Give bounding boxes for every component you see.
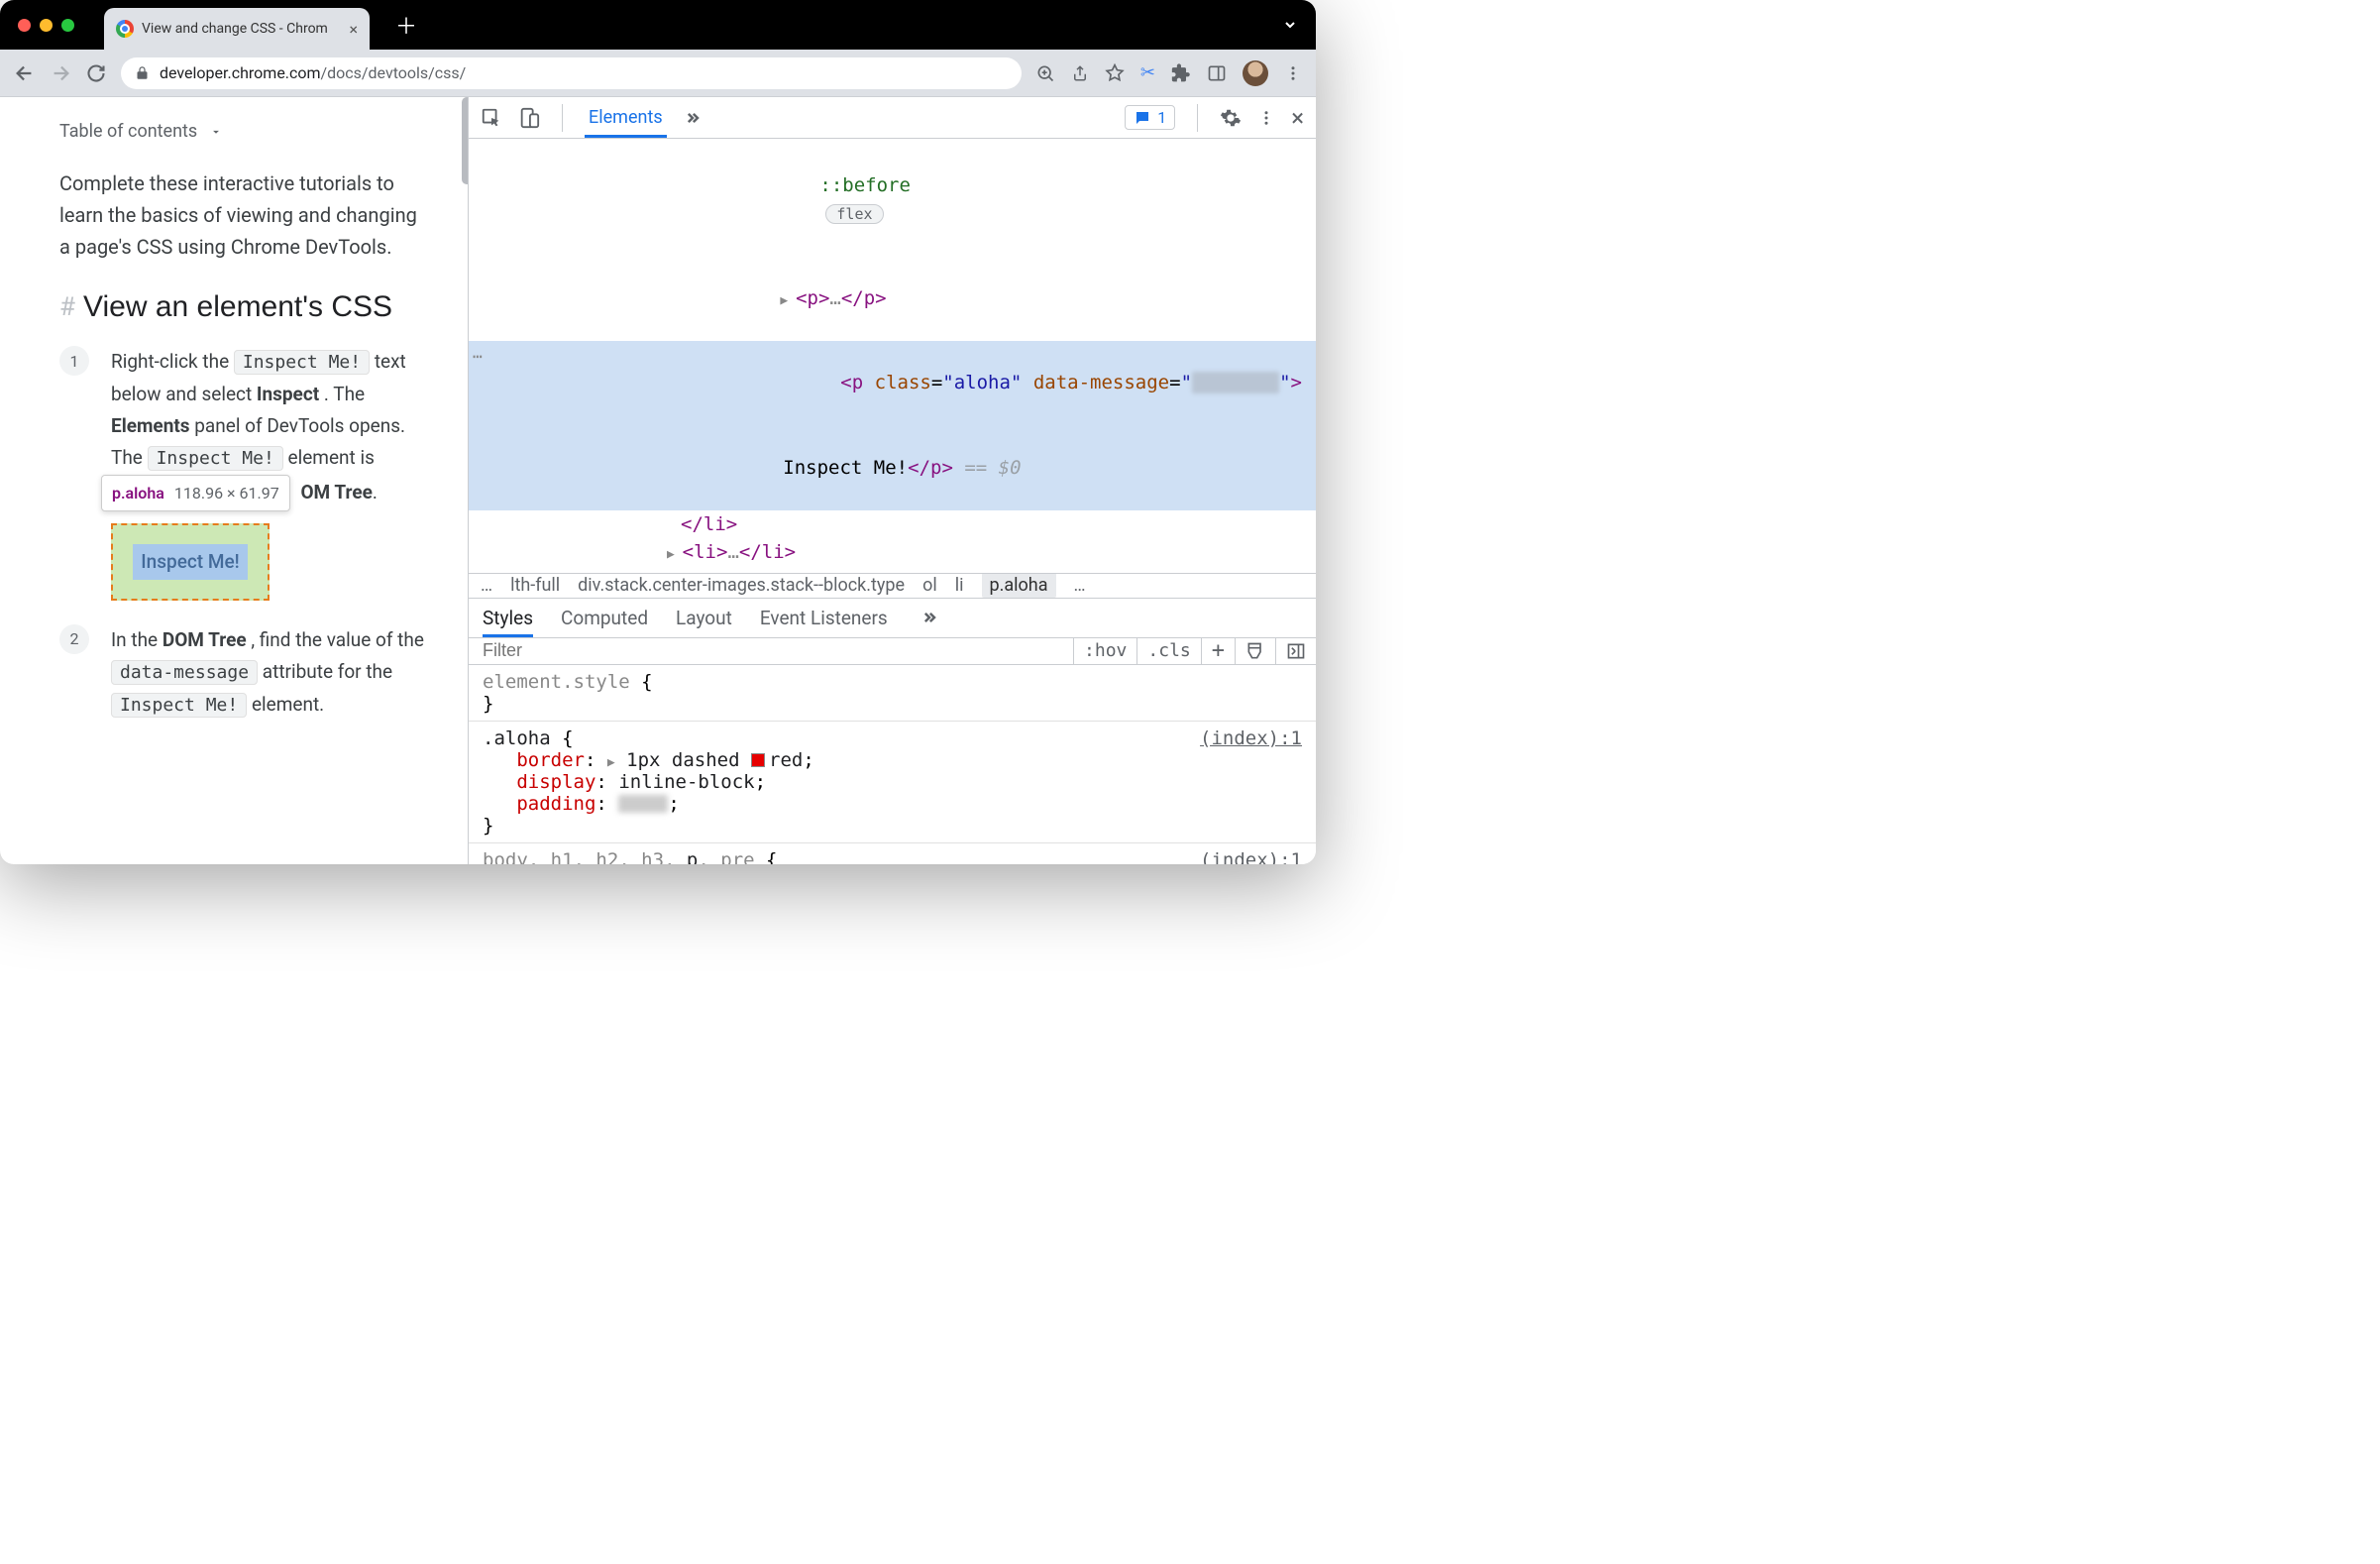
tab-elements[interactable]: Elements (585, 97, 667, 138)
reload-button[interactable] (85, 63, 107, 83)
hov-toggle[interactable]: :hov (1074, 638, 1137, 664)
url-display: developer.chrome.com/docs/devtools/css/ (160, 63, 466, 82)
sidepanel-icon[interactable] (1207, 63, 1227, 83)
tab-close-icon[interactable]: × (349, 20, 358, 39)
rule-body-p[interactable]: (index):1 body, h1, h2, h3, p, pre { mar… (469, 843, 1316, 864)
titlebar: View and change CSS - Chrom × ＋ (0, 0, 1316, 50)
extensions-icon[interactable] (1171, 63, 1191, 83)
intro-text: Complete these interactive tutorials to … (59, 168, 428, 263)
scissors-icon[interactable]: ✂ (1140, 62, 1155, 83)
paint-bucket-icon[interactable] (1236, 638, 1276, 664)
issues-count: 1 (1157, 108, 1166, 127)
crumb-more-right[interactable]: … (1074, 575, 1086, 596)
tab-title: View and change CSS - Chrom (142, 21, 341, 37)
tooltip-dimensions: 118.96 × 61.97 (174, 480, 279, 506)
share-icon[interactable] (1071, 64, 1089, 82)
forward-button[interactable] (50, 62, 71, 84)
more-tabs-icon[interactable] (683, 108, 703, 128)
close-window[interactable] (18, 19, 31, 32)
crumb-item[interactable]: lth-full (510, 575, 560, 596)
toc-label: Table of contents (59, 121, 197, 142)
tooltip-selector: p.aloha (112, 480, 164, 506)
computed-toggle-icon[interactable] (1276, 638, 1316, 664)
maximize-window[interactable] (61, 19, 74, 32)
crumb-item[interactable]: li (955, 575, 964, 596)
new-tab-button[interactable]: ＋ (395, 9, 417, 41)
inspect-me-element[interactable]: Inspect Me! (111, 523, 270, 601)
inspect-element-icon[interactable] (481, 107, 502, 129)
menu-icon[interactable] (1284, 63, 1302, 83)
back-button[interactable] (14, 62, 36, 84)
tab-layout[interactable]: Layout (676, 599, 732, 637)
inspect-me-text: Inspect Me! (133, 544, 247, 580)
step-number: 1 (59, 346, 89, 376)
chevron-down-icon (209, 125, 223, 139)
rule-aloha[interactable]: (index):1 .aloha { border: ▶ 1px dashed … (469, 722, 1316, 843)
tabs-dropdown-icon[interactable] (1282, 17, 1298, 33)
pseudo-before[interactable]: ::before (819, 174, 911, 196)
bookmark-star-icon[interactable] (1105, 63, 1125, 83)
color-swatch[interactable] (751, 753, 765, 767)
chat-icon (1134, 109, 1151, 127)
styles-filter-input[interactable] (469, 638, 1073, 664)
page-heading: View an element's CSS (83, 290, 392, 324)
lock-icon (135, 65, 150, 80)
page-content: Table of contents Complete these interac… (0, 97, 468, 864)
device-toggle-icon[interactable] (518, 107, 540, 129)
tab-event-listeners[interactable]: Event Listeners (760, 599, 888, 637)
dom-selected-node[interactable]: ⋯ <p class="aloha" data-message="xxxxxxx… (469, 341, 1316, 510)
dom-tree[interactable]: ::before flex ▶ <p>…</p> ⋯ <p class="alo… (469, 139, 1316, 573)
zoom-icon[interactable] (1035, 63, 1055, 83)
crumb-item[interactable]: div.stack.center-images.stack--block.typ… (578, 575, 905, 596)
code-data-message: data-message (111, 660, 258, 685)
code-inspect-me-1: Inspect Me! (234, 350, 370, 375)
heading-anchor-icon[interactable]: # (59, 292, 75, 322)
profile-avatar[interactable] (1243, 60, 1268, 86)
code-inspect-me-2: Inspect Me! (148, 446, 283, 471)
flex-badge[interactable]: flex (825, 204, 883, 224)
settings-gear-icon[interactable] (1220, 107, 1242, 129)
minimize-window[interactable] (40, 19, 53, 32)
window-controls (18, 19, 74, 32)
step-1: 1 Right-click the Inspect Me! text below… (59, 346, 428, 601)
crumb-item[interactable]: ol (922, 575, 937, 596)
browser-tab[interactable]: View and change CSS - Chrom × (104, 8, 370, 50)
devtools-panel: Elements 1 × (468, 97, 1316, 864)
breadcrumb[interactable]: … lth-full div.stack.center-images.stack… (469, 573, 1316, 599)
tab-computed[interactable]: Computed (561, 599, 648, 637)
toc-dropdown[interactable]: Table of contents (59, 121, 428, 142)
devtools-menu-icon[interactable] (1257, 108, 1275, 128)
inspect-tooltip: p.aloha 118.96 × 61.97 (101, 475, 290, 511)
browser-toolbar: developer.chrome.com/docs/devtools/css/ … (0, 50, 1316, 97)
rule-element-style[interactable]: element.style {} (469, 665, 1316, 722)
step-number: 2 (59, 624, 89, 654)
page-scrollbar[interactable] (462, 97, 468, 184)
address-bar[interactable]: developer.chrome.com/docs/devtools/css/ (121, 57, 1022, 89)
new-rule-button[interactable]: + (1202, 638, 1236, 664)
crumb-item[interactable]: p.aloha (982, 573, 1056, 598)
styles-pane[interactable]: element.style {} (index):1 .aloha { bord… (469, 665, 1316, 864)
overflow-menu-icon[interactable]: ⋯ (473, 345, 483, 369)
devtools-tabbar: Elements 1 × (469, 97, 1316, 139)
issues-badge[interactable]: 1 (1125, 105, 1175, 130)
source-link[interactable]: (index):1 (1200, 849, 1302, 864)
chrome-favicon-icon (116, 20, 134, 38)
code-inspect-me-3: Inspect Me! (111, 693, 247, 718)
step-2: 2 In the DOM Tree , find the value of th… (59, 624, 428, 721)
source-link[interactable]: (index):1 (1200, 727, 1302, 749)
styles-filter-row: :hov .cls + (469, 638, 1316, 665)
devtools-close-icon[interactable]: × (1291, 104, 1304, 132)
cls-toggle[interactable]: .cls (1137, 638, 1201, 664)
crumb-more-left[interactable]: … (481, 575, 492, 596)
more-style-tabs-icon[interactable] (920, 608, 939, 627)
styles-tabbar: Styles Computed Layout Event Listeners (469, 599, 1316, 638)
tab-styles[interactable]: Styles (483, 599, 533, 637)
